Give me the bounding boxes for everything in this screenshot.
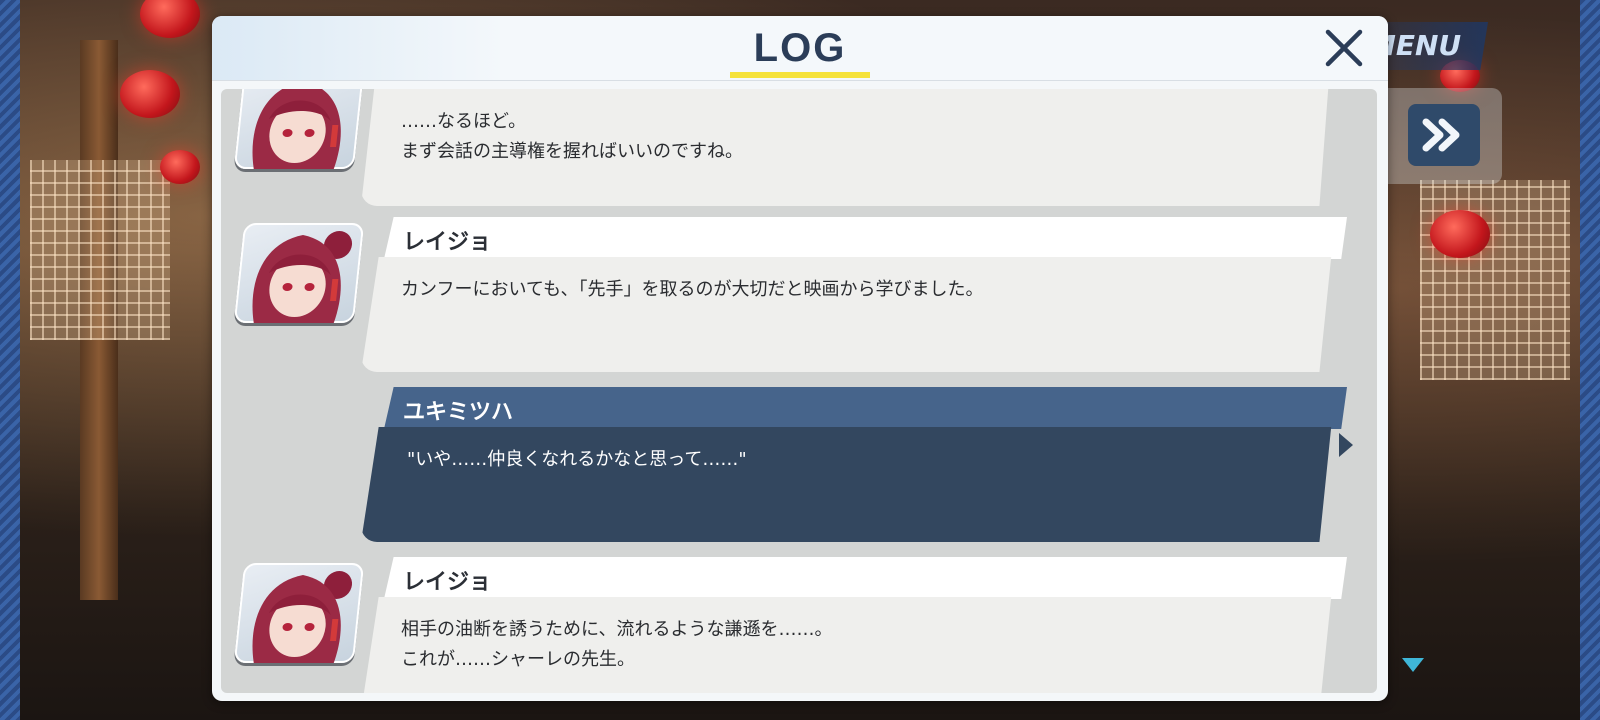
title-underline xyxy=(730,72,870,78)
speaker-name: ユキミツハ xyxy=(403,400,514,425)
message-line: これが……シャーレの先生。 xyxy=(401,649,635,670)
triangle-down-icon xyxy=(1402,658,1424,672)
left-frame-border xyxy=(0,0,20,720)
message-line: 相手の油断を誘うために、流れるような謙遜を……。 xyxy=(401,619,833,640)
log-list[interactable]: ……なるほど。 まず会話の主導権を握ればいいのですね。 レイジョ カンフーにおい… xyxy=(221,89,1377,693)
log-title: LOG xyxy=(753,26,847,70)
fast-forward-button[interactable] xyxy=(1408,104,1480,166)
bubble-pointer xyxy=(1339,433,1353,457)
message-line: ……なるほど。 xyxy=(401,111,527,132)
log-dialog: LOG ……なるほど。 まず会話の主導権を握ればいいのですね。 レイジョ カンフ… xyxy=(212,16,1388,701)
speaker-nameplate xyxy=(384,387,1347,429)
speaker-name: レイジョ xyxy=(403,570,492,595)
message-line: まず会話の主導権を握ればいいのですね。 xyxy=(401,141,743,162)
red-lantern xyxy=(1430,210,1490,258)
speaker-nameplate xyxy=(384,217,1347,259)
red-lantern xyxy=(120,70,180,118)
log-entry: ……なるほど。 まず会話の主導権を握ればいいのですね。 xyxy=(221,89,1377,219)
character-portrait xyxy=(233,223,365,323)
red-lantern xyxy=(140,0,200,38)
speaker-name: レイジョ xyxy=(403,230,492,255)
lattice-window xyxy=(1420,180,1570,380)
fast-forward-icon xyxy=(1422,118,1460,152)
log-entry: レイジョ カンフーにおいても、「先手」を取るのが大切だと映画から学びました。 xyxy=(221,217,1377,377)
lattice-window xyxy=(30,160,170,340)
close-icon xyxy=(1325,29,1363,67)
log-entry-player: ユキミツハ "いや……仲良くなれるかなと思って……" xyxy=(221,387,1377,547)
character-portrait xyxy=(233,89,365,169)
game-screen: MENU LOG ……なるほど。 まず会話の主導権を握ればいいのですね。 レイジ… xyxy=(0,0,1600,720)
red-lantern xyxy=(160,150,200,184)
log-header: LOG xyxy=(212,16,1388,81)
speaker-nameplate xyxy=(384,557,1347,599)
close-button[interactable] xyxy=(1322,26,1366,70)
right-frame-border xyxy=(1580,0,1600,720)
character-portrait xyxy=(233,563,365,663)
log-entry: レイジョ 相手の油断を誘うために、流れるような謙遜を……。 これが……シャーレの… xyxy=(221,557,1377,693)
message-line: カンフーにおいても、「先手」を取るのが大切だと映画から学びました。 xyxy=(401,279,984,300)
message-line: "いや……仲良くなれるかなと思って……" xyxy=(407,449,747,470)
